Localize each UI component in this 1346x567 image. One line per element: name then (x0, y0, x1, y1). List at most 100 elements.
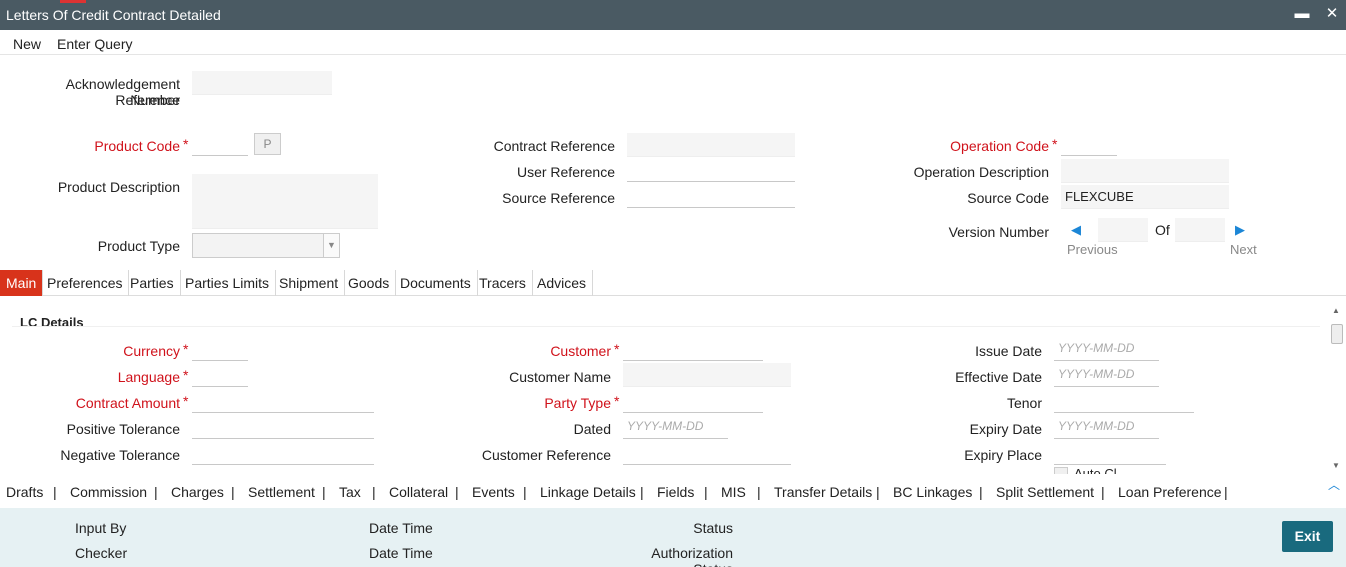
customer-input[interactable] (623, 337, 763, 361)
positive-tolerance-label: Positive Tolerance (66, 421, 180, 437)
currency-input[interactable] (192, 337, 248, 361)
source-reference-label: Source Reference (502, 190, 615, 206)
close-icon[interactable]: ✕ (1322, 4, 1342, 24)
issue-date-input[interactable]: YYYY-MM-DD (1054, 337, 1159, 361)
title-accent (60, 0, 86, 3)
link-separator: | (231, 484, 235, 500)
version-number-field (1098, 218, 1148, 242)
negative-tolerance-input[interactable] (192, 441, 374, 465)
product-lov-button[interactable]: P (254, 133, 281, 155)
menu-new[interactable]: New (13, 36, 41, 52)
contract-reference-field (627, 133, 795, 157)
menu-enter-query[interactable]: Enter Query (57, 36, 132, 52)
required-mark: * (183, 393, 189, 409)
link-separator: | (53, 484, 57, 500)
date-time-label: Date Time (369, 520, 433, 536)
effective-date-input[interactable]: YYYY-MM-DD (1054, 363, 1159, 387)
tab-preferences[interactable]: Preferences (41, 270, 130, 296)
link-fields[interactable]: Fields (657, 484, 694, 500)
scroll-down-icon[interactable]: ▼ (1332, 461, 1340, 470)
dated-label: Dated (573, 421, 611, 437)
source-reference-input[interactable] (627, 184, 795, 208)
link-split-settlement[interactable]: Split Settlement (996, 484, 1094, 500)
tab-bar: Main Preferences Parties Parties Limits … (0, 270, 1346, 296)
party-type-input[interactable] (623, 389, 763, 413)
tab-goods[interactable]: Goods (342, 270, 397, 296)
exit-button[interactable]: Exit (1282, 521, 1333, 552)
link-bc-linkages[interactable]: BC Linkages (893, 484, 972, 500)
tab-advices[interactable]: Advices (531, 270, 594, 296)
title-bar: Letters Of Credit Contract Detailed ▬ ✕ (0, 0, 1346, 30)
tab-documents[interactable]: Documents (394, 270, 478, 296)
operation-description-label: Operation Description (913, 164, 1049, 180)
customer-reference-input[interactable] (623, 441, 791, 465)
negative-tolerance-label: Negative Tolerance (60, 447, 180, 463)
chevron-up-icon[interactable]: ︿ (1328, 476, 1340, 493)
link-mis[interactable]: MIS (721, 484, 746, 500)
auto-close-label: Auto Cl (1074, 466, 1117, 474)
menu-bar: New Enter Query (0, 30, 1346, 55)
link-separator: | (1101, 484, 1105, 500)
link-loan-preference[interactable]: Loan Preference (1118, 484, 1222, 500)
tab-main[interactable]: Main (0, 270, 44, 296)
customer-name-label: Customer Name (509, 369, 611, 385)
link-separator: | (322, 484, 326, 500)
language-input[interactable] (192, 363, 248, 387)
version-total-field (1175, 218, 1225, 242)
minimize-icon[interactable]: ▬ (1292, 4, 1312, 24)
tab-tracers[interactable]: Tracers (473, 270, 533, 296)
previous-link[interactable]: Previous (1067, 242, 1118, 257)
tab-shipment[interactable]: Shipment (273, 270, 346, 296)
link-charges[interactable]: Charges (171, 484, 224, 500)
lc-details-title: LC Details (20, 315, 84, 330)
arrow-right-icon[interactable]: ▶ (1235, 222, 1245, 238)
checker-label: Checker (75, 545, 128, 561)
expiry-place-input[interactable] (1054, 441, 1166, 465)
next-link[interactable]: Next (1230, 242, 1257, 257)
chevron-down-icon: ▼ (323, 234, 339, 257)
link-linkage-details[interactable]: Linkage Details (540, 484, 636, 500)
link-separator: | (523, 484, 527, 500)
link-events[interactable]: Events (472, 484, 515, 500)
source-code-label: Source Code (967, 190, 1049, 206)
ack-ref-input[interactable] (192, 71, 332, 95)
scroll-thumb[interactable] (1331, 324, 1343, 344)
tab-parties[interactable]: Parties (124, 270, 181, 296)
link-collateral[interactable]: Collateral (389, 484, 448, 500)
link-drafts[interactable]: Drafts (6, 484, 43, 500)
operation-code-input[interactable] (1061, 132, 1117, 156)
required-mark: * (614, 393, 620, 409)
operation-code-label: Operation Code (950, 138, 1049, 154)
contract-amount-input[interactable] (192, 389, 374, 413)
link-tax[interactable]: Tax (339, 484, 361, 500)
positive-tolerance-input[interactable] (192, 415, 374, 439)
dated-input[interactable]: YYYY-MM-DD (623, 415, 728, 439)
product-description-label: Product Description (57, 179, 180, 195)
link-transfer-details[interactable]: Transfer Details (774, 484, 872, 500)
link-separator: | (979, 484, 983, 500)
auto-close-checkbox[interactable] (1054, 467, 1068, 474)
user-reference-label: User Reference (516, 164, 615, 180)
link-commission[interactable]: Commission (70, 484, 147, 500)
link-separator: | (154, 484, 158, 500)
expiry-date-input[interactable]: YYYY-MM-DD (1054, 415, 1159, 439)
product-type-select[interactable]: ▼ (192, 233, 340, 258)
operation-description-field (1061, 159, 1229, 183)
product-description-field (192, 174, 378, 229)
product-code-input[interactable] (192, 132, 248, 156)
tab-parties-limits[interactable]: Parties Limits (179, 270, 277, 296)
customer-reference-label: Customer Reference (481, 447, 611, 463)
product-type-label: Product Type (97, 238, 180, 254)
vertical-scrollbar[interactable]: ▲ ▼ (1330, 304, 1344, 472)
currency-label: Currency (123, 343, 180, 359)
scroll-up-icon[interactable]: ▲ (1332, 306, 1340, 315)
user-reference-input[interactable] (627, 158, 795, 182)
tenor-input[interactable] (1054, 389, 1194, 413)
arrow-left-icon[interactable]: ◀ (1071, 222, 1081, 238)
link-settlement[interactable]: Settlement (248, 484, 315, 500)
issue-date-label: Issue Date (975, 343, 1042, 359)
status-label: Status (693, 520, 733, 536)
link-separator: | (455, 484, 459, 500)
required-mark: * (1052, 136, 1058, 152)
required-mark: * (614, 341, 620, 357)
